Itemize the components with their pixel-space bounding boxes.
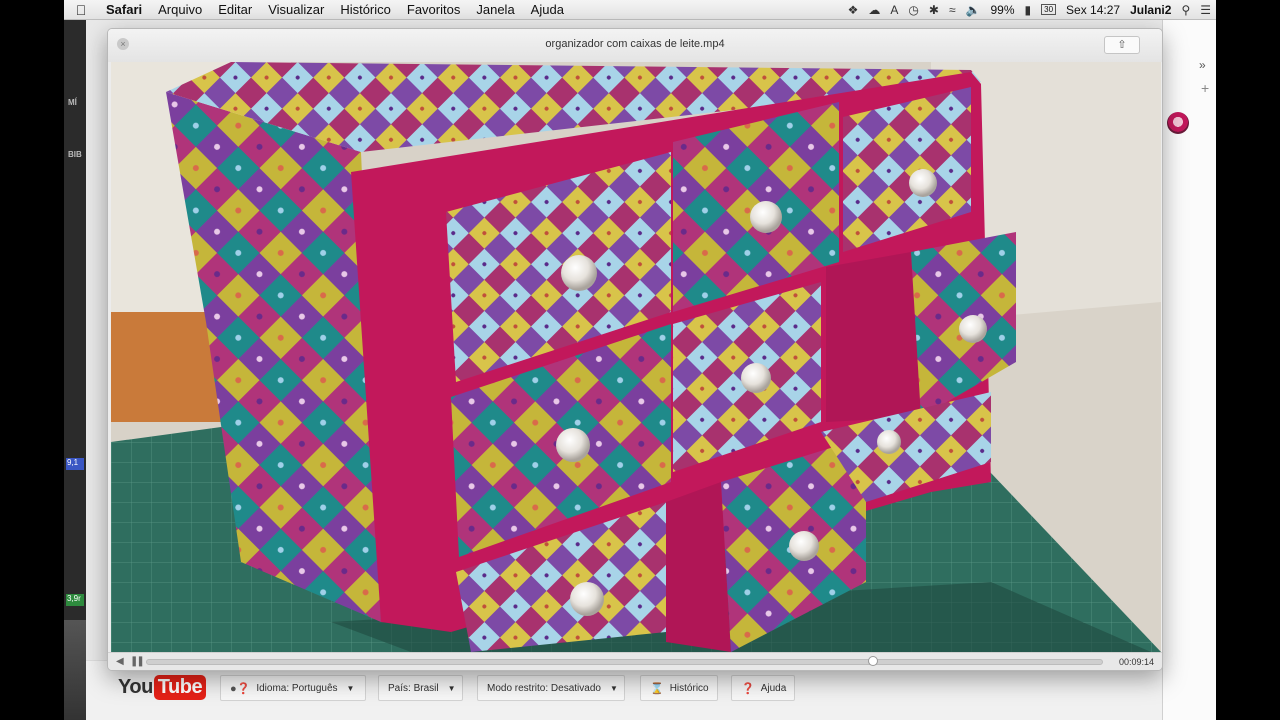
window-title: organizador com caixas de leite.mp4 (545, 38, 725, 50)
elapsed-time: 00:09:14 (1118, 657, 1154, 667)
video-frame-image (111, 62, 1161, 652)
dropbox-icon[interactable]: ❖ (843, 3, 864, 17)
desktop-screen:  Safari Arquivo Editar Visualizar Histó… (64, 0, 1216, 720)
playhead-handle[interactable] (867, 656, 878, 666)
letterbox-left (0, 0, 64, 720)
help-button[interactable]: ❓ Ajuda (731, 675, 795, 701)
creative-cloud-icon[interactable]: ☁ (863, 3, 885, 17)
menu-arquivo[interactable]: Arquivo (150, 2, 210, 17)
caret-down-icon: ▼ (447, 683, 456, 693)
help-icon: ❓ (741, 682, 755, 695)
wifi-icon[interactable]: ≈ (944, 3, 961, 17)
notification-center-icon[interactable]: ☰ (1195, 3, 1216, 17)
menu-historico[interactable]: Histórico (332, 2, 399, 17)
battery-percent[interactable]: 99% (985, 3, 1019, 17)
chevron-right-icon[interactable]: » (1199, 58, 1206, 72)
share-icon[interactable]: ⇧ (1104, 36, 1140, 54)
bg-label-biblioteca: BIB (68, 150, 82, 159)
youtube-logo-tube: Tube (153, 675, 207, 700)
youtube-logo[interactable]: You Tube (118, 675, 207, 700)
caret-down-icon: ▼ (609, 683, 618, 693)
new-tab-plus-icon[interactable]: + (1201, 80, 1209, 96)
scrubber-bar[interactable] (146, 656, 1103, 666)
country-button-label: País: Brasil (388, 682, 439, 694)
menu-bar:  Safari Arquivo Editar Visualizar Histó… (64, 0, 1216, 20)
volume-icon[interactable]: ◀ (116, 656, 124, 667)
bg-label-midia: MÍ (68, 98, 77, 107)
history-button-label: Histórico (669, 682, 709, 694)
hourglass-icon: ⌛ (650, 682, 664, 695)
history-button[interactable]: ⌛ Histórico (640, 675, 718, 701)
youtube-logo-you: You (118, 676, 153, 698)
status-area: ❖ ☁ A ◷ ✱ ≈ 🔈 99% ▮ 30 Sex 14:27 Julani2… (843, 3, 1216, 17)
menu-app-safari[interactable]: Safari (98, 2, 150, 17)
letterbox-right (1216, 0, 1280, 720)
restricted-mode-label: Modo restrito: Desativado (487, 682, 601, 694)
bg-tag-green: 3,9r (66, 594, 84, 606)
playback-controls: ◀ ❚❚ 00:09:14 (108, 652, 1162, 670)
background-app-panel: MÍ BIB 9,1 3,9r (64, 20, 86, 720)
menu-janela[interactable]: Janela (468, 2, 522, 17)
help-button-label: Ajuda (760, 682, 787, 694)
language-button-label: Idioma: Português (256, 682, 338, 694)
menu-visualizar[interactable]: Visualizar (260, 2, 332, 17)
people-icon: ●❓ (230, 682, 251, 695)
video-frame[interactable] (111, 62, 1161, 652)
window-titlebar[interactable]: × organizador com caixas de leite.mp4 ⇧ (108, 29, 1162, 62)
time-machine-icon[interactable]: ◷ (903, 3, 923, 17)
battery-icon[interactable]: ▮ (1020, 3, 1037, 17)
font-icon[interactable]: A (885, 3, 903, 17)
menu-editar[interactable]: Editar (210, 2, 260, 17)
menu-ajuda[interactable]: Ajuda (523, 2, 572, 17)
volume-icon[interactable]: 🔈 (961, 3, 986, 17)
bg-tag-blue: 9,1 (66, 458, 84, 470)
language-button[interactable]: ●❓ Idioma: Português ▼ (220, 675, 366, 701)
background-browser-right: » + (1162, 20, 1216, 720)
spotlight-search-icon[interactable]: ⚲ (1176, 3, 1195, 17)
apple-menu-icon[interactable]:  (64, 2, 98, 18)
calendar-icon[interactable]: 30 (1041, 4, 1057, 15)
bluetooth-icon[interactable]: ✱ (924, 3, 944, 17)
quicktime-window: × organizador com caixas de leite.mp4 ⇧ (107, 28, 1163, 671)
user-name[interactable]: Julani2 (1125, 3, 1176, 17)
restricted-mode-button[interactable]: Modo restrito: Desativado ▼ (477, 675, 625, 701)
bg-thumbnail (64, 620, 86, 720)
caret-down-icon: ▼ (346, 683, 355, 693)
avatar[interactable] (1167, 112, 1189, 134)
menu-favoritos[interactable]: Favoritos (399, 2, 468, 17)
clock[interactable]: Sex 14:27 (1061, 3, 1125, 17)
pause-icon[interactable]: ❚❚ (130, 656, 145, 667)
country-button[interactable]: País: Brasil ▼ (378, 675, 463, 701)
